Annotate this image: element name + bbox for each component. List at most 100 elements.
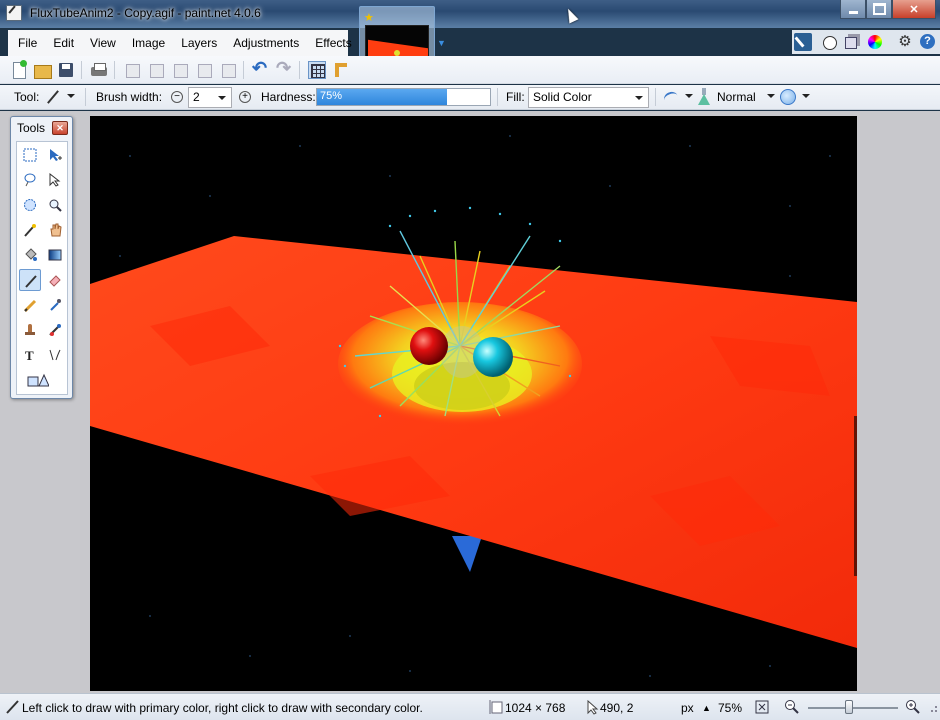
blend-mode-icon[interactable] <box>697 88 711 106</box>
history-window-toggle-icon[interactable] <box>820 33 838 51</box>
brush-width-label: Brush width: <box>96 90 163 104</box>
brush-width-decrease-button[interactable]: − <box>171 91 183 103</box>
zoom-out-icon[interactable] <box>784 699 800 715</box>
lasso-select-icon <box>23 173 37 187</box>
tool-clone-stamp[interactable] <box>19 319 41 341</box>
gradient-icon <box>48 248 62 262</box>
zoom-to-window-icon[interactable] <box>754 699 770 715</box>
line-curve-icon <box>48 348 62 362</box>
crop-to-selection-icon[interactable] <box>195 61 213 79</box>
menu-edit[interactable]: Edit <box>45 36 82 50</box>
tools-window-close-button[interactable]: ✕ <box>52 121 68 135</box>
tools-window-toggle-icon[interactable] <box>794 33 812 51</box>
units-dropdown-icon[interactable]: ▲ <box>702 703 711 713</box>
tool-color-picker[interactable] <box>44 294 66 316</box>
brush-width-combo[interactable]: 2 <box>188 87 232 108</box>
rulers-icon[interactable] <box>332 61 350 79</box>
menu-view[interactable]: View <box>82 36 124 50</box>
resize-grip-icon[interactable] <box>924 699 940 715</box>
workspace: Tools ✕ T <box>0 111 940 693</box>
menu-layers[interactable]: Layers <box>173 36 225 50</box>
menu-effects[interactable]: Effects <box>307 36 359 50</box>
help-icon[interactable] <box>918 33 936 51</box>
undo-icon[interactable] <box>251 58 269 79</box>
maximize-button[interactable] <box>866 0 892 19</box>
minimize-button[interactable] <box>840 0 866 19</box>
tool-line-curve[interactable] <box>44 344 66 366</box>
paste-icon[interactable] <box>171 61 189 79</box>
fill-label: Fill: <box>506 90 525 104</box>
rectangle-select-icon <box>23 148 37 162</box>
tool-zoom[interactable] <box>44 194 66 216</box>
selection-mode-icon[interactable] <box>780 89 796 105</box>
blend-mode-value[interactable]: Normal <box>717 90 756 104</box>
pencil-icon <box>23 298 37 313</box>
shapes-icon <box>27 373 50 387</box>
antialiasing-icon[interactable] <box>662 89 680 105</box>
copy-icon[interactable] <box>147 61 165 79</box>
zoom-in-icon[interactable] <box>905 699 921 715</box>
brush-width-increase-button[interactable]: + <box>239 91 251 103</box>
zoom-value[interactable]: 75% <box>718 701 742 715</box>
image-canvas[interactable] <box>90 116 857 691</box>
brush-width-value: 2 <box>193 90 200 104</box>
settings-gear-icon[interactable]: ⚙ <box>896 33 914 51</box>
zoom-slider-thumb[interactable] <box>845 700 853 714</box>
fill-mode-value: Solid Color <box>533 90 592 104</box>
tools-grid: T <box>16 141 68 395</box>
layers-window-toggle-icon[interactable] <box>842 33 860 51</box>
window-toggles: ⚙ <box>792 30 940 54</box>
tool-pan[interactable] <box>44 219 66 241</box>
zoom-icon <box>48 198 62 212</box>
window-controls: ✕ <box>840 0 936 19</box>
status-bar: Left click to draw with primary color, r… <box>0 693 940 720</box>
color-picker-icon <box>48 298 62 312</box>
blend-mode-dropdown-icon[interactable] <box>767 94 775 98</box>
units-selector[interactable]: px <box>681 701 694 715</box>
canvas-artwork <box>90 116 857 691</box>
menu-image[interactable]: Image <box>124 36 173 50</box>
pixel-grid-icon[interactable] <box>308 61 326 79</box>
tool-gradient[interactable] <box>44 244 66 266</box>
tool-ellipse-select[interactable] <box>19 194 41 216</box>
paintbrush-icon[interactable] <box>44 89 62 105</box>
chevron-down-icon <box>635 96 643 100</box>
tool-lasso-select[interactable] <box>19 169 41 191</box>
tool-pencil[interactable] <box>19 294 41 316</box>
app-icon[interactable] <box>6 5 22 21</box>
tool-shapes[interactable] <box>23 369 63 391</box>
tool-eraser[interactable] <box>44 269 66 291</box>
redo-icon[interactable] <box>275 58 293 79</box>
tool-move-selection[interactable] <box>44 169 66 191</box>
tools-window[interactable]: Tools ✕ T <box>10 116 73 399</box>
zoom-slider-track[interactable] <box>808 707 898 709</box>
fill-mode-combo[interactable]: Solid Color <box>528 87 649 108</box>
status-hint: Left click to draw with primary color, r… <box>22 701 423 715</box>
cursor-position: 490, 2 <box>600 701 634 715</box>
deselect-icon[interactable] <box>219 61 237 79</box>
tool-rectangle-select[interactable] <box>19 144 41 166</box>
menu-file[interactable]: File <box>10 36 45 50</box>
colors-window-toggle-icon[interactable] <box>866 33 884 51</box>
tool-paint-bucket[interactable] <box>19 244 41 266</box>
tool-magic-wand[interactable] <box>19 219 41 241</box>
cut-icon[interactable] <box>123 61 141 79</box>
hardness-slider[interactable]: 75% <box>316 88 491 106</box>
tool-dropdown-icon[interactable] <box>67 94 75 98</box>
antialiasing-dropdown-icon[interactable] <box>685 94 693 98</box>
tool-move-selected-pixels[interactable] <box>44 144 66 166</box>
tool-text[interactable]: T <box>19 344 41 366</box>
open-file-icon[interactable] <box>33 61 52 79</box>
close-button[interactable]: ✕ <box>892 0 936 19</box>
red-charge-sphere <box>410 327 448 365</box>
tool-recolor[interactable] <box>44 319 66 341</box>
new-image-icon[interactable] <box>10 60 28 79</box>
pan-icon <box>48 223 62 237</box>
tool-paintbrush[interactable] <box>19 269 41 291</box>
image-list-dropdown-icon[interactable]: ▼ <box>437 38 447 48</box>
menu-adjustments[interactable]: Adjustments <box>225 36 307 50</box>
save-icon[interactable] <box>57 61 75 79</box>
selection-mode-dropdown-icon[interactable] <box>802 94 810 98</box>
tool-options-bar: Tool: Brush width: − 2 + Hardness: 75% F… <box>0 85 940 110</box>
print-icon[interactable] <box>90 61 108 79</box>
